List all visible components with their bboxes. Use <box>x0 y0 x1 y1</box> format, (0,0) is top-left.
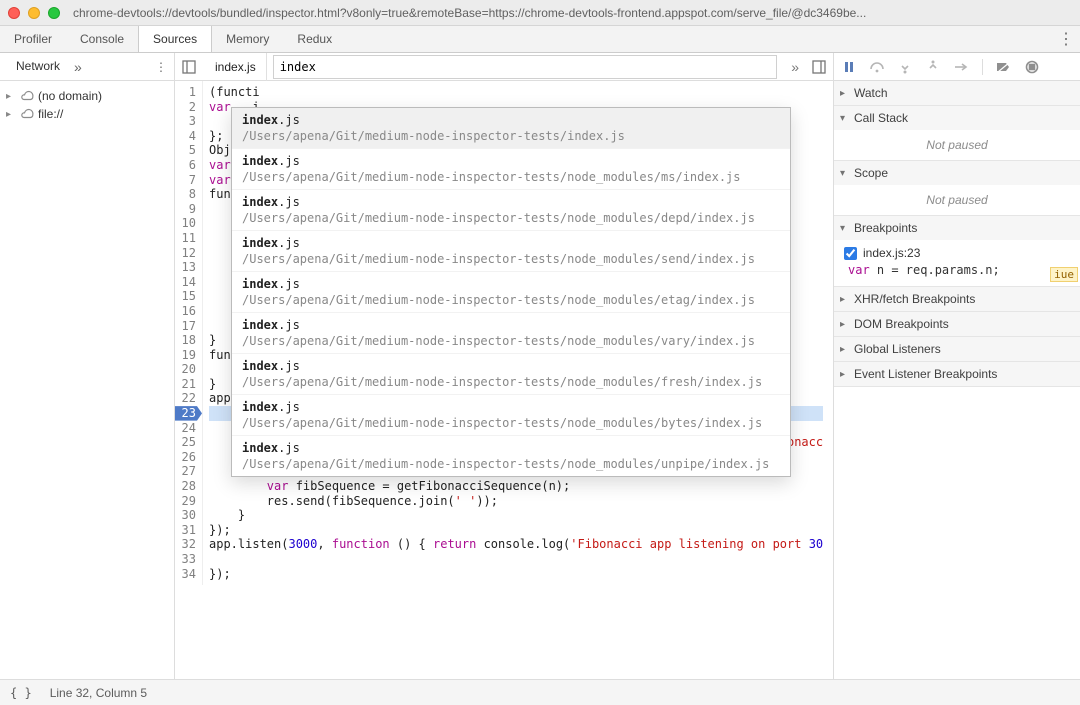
step-into-icon[interactable] <box>896 58 914 76</box>
deactivate-breakpoints-icon[interactable] <box>995 58 1013 76</box>
autocomplete-item[interactable]: index.js/Users/apena/Git/medium-node-ins… <box>232 190 790 231</box>
navigator-tab-network[interactable]: Network <box>8 53 68 80</box>
autocomplete-item[interactable]: index.js/Users/apena/Git/medium-node-ins… <box>232 354 790 395</box>
autocomplete-item[interactable]: index.js/Users/apena/Git/medium-node-ins… <box>232 149 790 190</box>
navigator-tabs-overflow-icon[interactable]: » <box>68 59 88 75</box>
autocomplete-item[interactable]: index.js/Users/apena/Git/medium-node-ins… <box>232 395 790 436</box>
section-title: Global Listeners <box>854 342 941 356</box>
section-title: Scope <box>854 166 888 180</box>
tab-sources[interactable]: Sources <box>138 26 212 52</box>
tree-item-no-domain[interactable]: ▸ (no domain) <box>4 87 170 105</box>
collapse-arrow-icon: ▾ <box>840 168 850 179</box>
step-icon[interactable] <box>952 58 970 76</box>
autocomplete-item[interactable]: index.js/Users/apena/Git/medium-node-ins… <box>232 313 790 354</box>
tab-redux[interactable]: Redux <box>283 26 346 52</box>
cloud-icon <box>20 89 34 103</box>
pretty-print-icon[interactable]: { } <box>10 686 32 700</box>
tab-console[interactable]: Console <box>66 26 138 52</box>
line-number-gutter[interactable]: 1234567891011121314151617181920212223242… <box>175 81 203 585</box>
section-title: DOM Breakpoints <box>854 317 949 331</box>
autocomplete-item[interactable]: index.js/Users/apena/Git/medium-node-ins… <box>232 272 790 313</box>
expand-arrow-icon: ▸ <box>840 88 850 99</box>
tab-profiler[interactable]: Profiler <box>0 26 66 52</box>
value-badge: iue <box>1050 267 1078 282</box>
step-out-icon[interactable] <box>924 58 942 76</box>
cursor-position: Line 32, Column 5 <box>50 686 147 700</box>
devtools-menu-icon[interactable]: ⋮ <box>1052 26 1080 52</box>
scope-empty: Not paused <box>834 185 1080 215</box>
expand-arrow-icon: ▸ <box>840 369 850 380</box>
navigator-pane: Network » ⋮ ▸ (no domain) ▸ file:// <box>0 53 175 679</box>
status-bar: { } Line 32, Column 5 <box>0 679 1080 705</box>
section-breakpoints[interactable]: ▾ Breakpoints <box>834 216 1080 240</box>
tree-item-file[interactable]: ▸ file:// <box>4 105 170 123</box>
autocomplete-item[interactable]: index.js/Users/apena/Git/medium-node-ins… <box>232 436 790 477</box>
call-stack-empty: Not paused <box>834 130 1080 160</box>
tree-item-label: file:// <box>38 107 63 121</box>
devtools-tabbar: Profiler Console Sources Memory Redux ⋮ <box>0 26 1080 53</box>
navigator-menu-icon[interactable]: ⋮ <box>152 60 170 74</box>
window-controls <box>8 7 60 19</box>
file-autocomplete-popup: index.js/Users/apena/Git/medium-node-ins… <box>231 107 791 477</box>
window-url: chrome-devtools://devtools/bundled/inspe… <box>73 6 1072 20</box>
tree-item-label: (no domain) <box>38 89 102 103</box>
step-over-icon[interactable] <box>868 58 886 76</box>
section-dom-breakpoints[interactable]: ▸ DOM Breakpoints <box>834 312 1080 336</box>
breakpoint-checkbox[interactable] <box>844 247 857 260</box>
breakpoints-list: index.js:23 var n = req.params.n; iue <box>834 240 1080 286</box>
open-file-input[interactable] <box>280 60 771 74</box>
editor-open-file-tab[interactable]: index.js <box>205 53 267 81</box>
window-titlebar: chrome-devtools://devtools/bundled/inspe… <box>0 0 1080 26</box>
open-file-search[interactable] <box>273 55 778 79</box>
collapse-arrow-icon: ▾ <box>840 113 850 124</box>
minimize-window-button[interactable] <box>28 7 40 19</box>
section-title: Breakpoints <box>854 221 917 235</box>
breakpoint-item[interactable]: index.js:23 <box>844 246 1070 260</box>
section-title: Watch <box>854 86 888 100</box>
pause-icon[interactable] <box>840 58 858 76</box>
toggle-debugger-pane-icon[interactable] <box>809 57 829 77</box>
section-call-stack[interactable]: ▾ Call Stack <box>834 106 1080 130</box>
debugger-pane: ▸ Watch ▾ Call Stack Not paused ▾ Scope … <box>834 53 1080 679</box>
section-title: XHR/fetch Breakpoints <box>854 292 975 306</box>
toggle-navigator-icon[interactable] <box>179 57 199 77</box>
navigator-tabs: Network » ⋮ <box>0 53 174 81</box>
zoom-window-button[interactable] <box>48 7 60 19</box>
cloud-icon <box>20 107 34 121</box>
expand-arrow-icon: ▸ <box>840 344 850 355</box>
autocomplete-item[interactable]: index.js/Users/apena/Git/medium-node-ins… <box>232 231 790 272</box>
editor-toolbar: index.js » <box>175 53 833 81</box>
expand-arrow-icon: ▸ <box>6 109 16 120</box>
close-window-button[interactable] <box>8 7 20 19</box>
pause-on-exceptions-icon[interactable] <box>1023 58 1041 76</box>
breakpoint-code: var n = req.params.n; <box>844 260 1070 280</box>
section-title: Call Stack <box>854 111 908 125</box>
section-title: Event Listener Breakpoints <box>854 367 997 381</box>
section-event-listener-breakpoints[interactable]: ▸ Event Listener Breakpoints <box>834 362 1080 386</box>
editor-overflow-icon[interactable]: » <box>787 59 803 75</box>
breakpoint-label: index.js:23 <box>863 246 920 260</box>
expand-arrow-icon: ▸ <box>840 294 850 305</box>
expand-arrow-icon: ▸ <box>840 319 850 330</box>
autocomplete-item[interactable]: index.js/Users/apena/Git/medium-node-ins… <box>232 108 790 149</box>
section-scope[interactable]: ▾ Scope <box>834 161 1080 185</box>
editor-pane: index.js » 12345678910111213141516171819… <box>175 53 834 679</box>
debugger-toolbar <box>834 53 1080 81</box>
tab-memory[interactable]: Memory <box>212 26 283 52</box>
navigator-tree: ▸ (no domain) ▸ file:// <box>0 81 174 129</box>
expand-arrow-icon: ▸ <box>6 91 16 102</box>
collapse-arrow-icon: ▾ <box>840 223 850 234</box>
section-watch[interactable]: ▸ Watch <box>834 81 1080 105</box>
section-global-listeners[interactable]: ▸ Global Listeners <box>834 337 1080 361</box>
section-xhr-breakpoints[interactable]: ▸ XHR/fetch Breakpoints <box>834 287 1080 311</box>
